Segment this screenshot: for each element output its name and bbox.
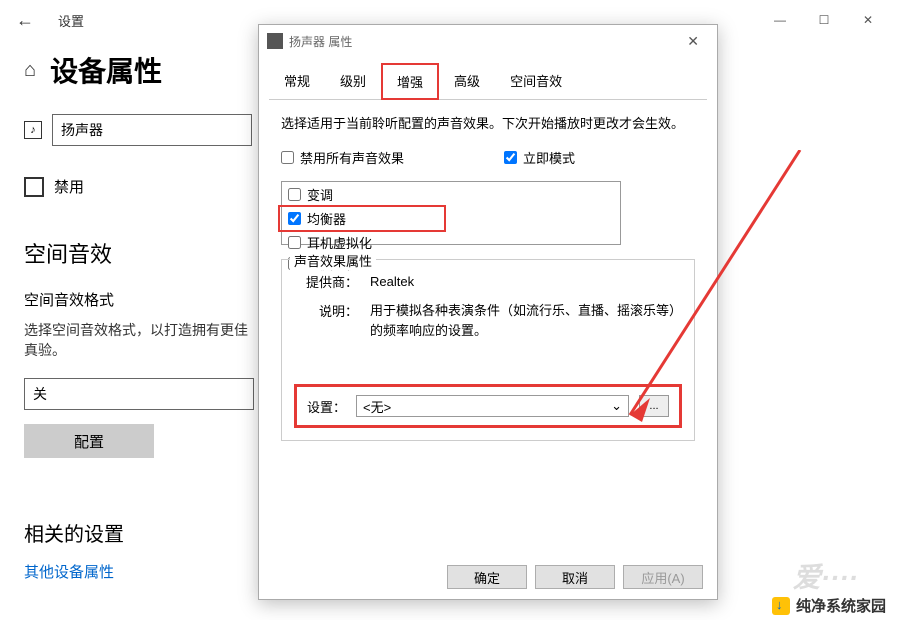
apply-button[interactable]: 应用(A) [623,565,703,589]
effects-list[interactable]: 变调 均衡器 耳机虚拟化 响度均衡 [281,181,621,245]
eq-more-button[interactable]: ... [639,395,669,417]
disable-checkbox[interactable] [24,177,44,197]
tab-advanced[interactable]: 高级 [439,63,495,99]
speaker-icon: ♪ [24,121,42,139]
disable-all-checkbox-input[interactable] [281,151,294,164]
effect-properties-fieldset: 声音效果属性 提供商： Realtek 说明： 用于模拟各种表演条件（如流行乐、… [281,259,695,442]
close-button[interactable]: ✕ [846,5,890,35]
checkbox-row: 禁用所有声音效果 立即模式 [281,148,695,175]
back-button[interactable]: ← [8,6,42,35]
spatial-format-select[interactable]: 关 [24,378,254,410]
minimize-button[interactable]: — [758,5,802,35]
dialog-title: 扬声器 属性 [289,33,352,50]
effect-pitch[interactable]: 变调 [288,184,614,205]
eq-settings-row: 设置： <无> ⌄ ... [294,384,682,428]
effect-headphone-virtualization[interactable]: 耳机虚拟化 [288,232,614,253]
device-name-input[interactable] [52,114,252,146]
spatial-desc: 选择空间音效格式，以打造拥有更佳真验。 [24,320,254,360]
window-controls: — ☐ ✕ [758,5,890,35]
dialog-description: 选择适用于当前聆听配置的声音效果。下次开始播放时更改才会生效。 [281,114,695,134]
dialog-body: 选择适用于当前聆听配置的声音效果。下次开始播放时更改才会生效。 禁用所有声音效果… [259,100,717,554]
dialog-titlebar: 扬声器 属性 ✕ [259,25,717,57]
tab-levels[interactable]: 级别 [325,63,381,99]
tab-enhancements[interactable]: 增强 [381,63,439,100]
cancel-button[interactable]: 取消 [535,565,615,589]
description-row: 说明： 用于模拟各种表演条件（如流行乐、直播、摇滚乐等）的频率响应的设置。 [294,301,682,340]
dialog-close-button[interactable]: ✕ [677,29,709,54]
watermark-icon [772,597,790,615]
dialog-tabs: 常规 级别 增强 高级 空间音效 [269,63,707,100]
watermark-text: 纯净系统家园 [796,595,886,616]
maximize-button[interactable]: ☐ [802,5,846,35]
chevron-down-icon: ⌄ [611,398,622,414]
speaker-properties-dialog: 扬声器 属性 ✕ 常规 级别 增强 高级 空间音效 选择适用于当前聆听配置的声音… [258,24,718,600]
description-value: 用于模拟各种表演条件（如流行乐、直播、摇滚乐等）的频率响应的设置。 [370,301,682,340]
immediate-mode-checkbox[interactable]: 立即模式 [504,148,575,167]
watermark-ghost: 爱···· [793,556,858,596]
provider-row: 提供商： Realtek [294,272,682,292]
disable-all-effects-checkbox[interactable]: 禁用所有声音效果 [281,148,404,167]
tab-spatial-sound[interactable]: 空间音效 [495,63,577,99]
effect-equalizer[interactable]: 均衡器 [288,208,444,229]
immediate-mode-checkbox-input[interactable] [504,151,517,164]
dialog-icon [267,33,283,49]
page-title: 设备属性 [50,50,162,90]
eq-preset-select[interactable]: <无> ⌄ [356,395,629,417]
ok-button[interactable]: 确定 [447,565,527,589]
fieldset-legend: 声音效果属性 [290,251,376,270]
disable-label: 禁用 [54,176,84,197]
settings-title: 设置 [58,11,84,30]
tab-general[interactable]: 常规 [269,63,325,99]
settings-label: 设置： [307,397,346,416]
dialog-footer: 确定 取消 应用(A) [259,554,717,599]
configure-button[interactable]: 配置 [24,424,154,458]
home-icon[interactable]: ⌂ [24,59,36,82]
watermark: 纯净系统家园 [772,595,886,616]
provider-value: Realtek [370,272,682,292]
effect-equalizer-highlight: 均衡器 [278,205,446,232]
